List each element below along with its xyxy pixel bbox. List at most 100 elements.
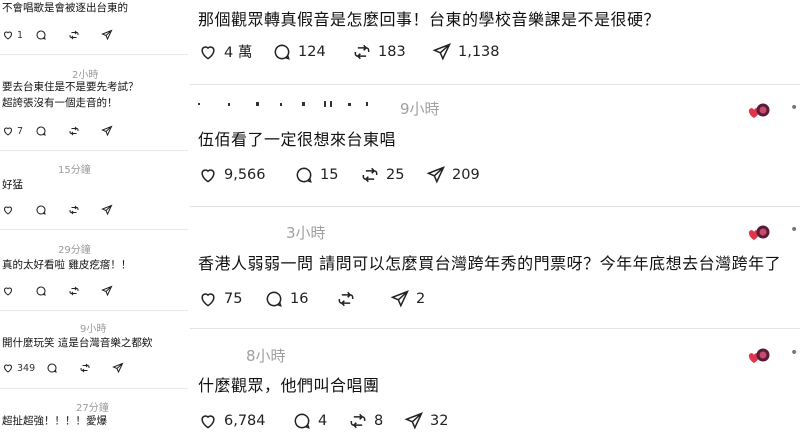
like-count: 75 (224, 291, 243, 307)
heart-icon (3, 206, 13, 215)
repost-count: 8 (374, 413, 384, 429)
comment-actions (2, 285, 134, 297)
share-button[interactable]: 1,138 (432, 42, 500, 62)
comment-button[interactable]: 4 (292, 411, 348, 431)
comment-button[interactable]: 15 (294, 165, 360, 185)
repost-button[interactable] (68, 285, 101, 297)
divider (190, 84, 800, 85)
comment-icon (266, 291, 282, 307)
comment-text: 要去台東住是不是要先考試？ (2, 81, 139, 93)
comment-icon (294, 413, 310, 429)
heart-icon (3, 31, 13, 40)
more-icon[interactable]: • (790, 100, 798, 116)
comment-button[interactable] (35, 29, 68, 41)
reply-time: 3小時 (286, 224, 326, 242)
comment-button[interactable]: 16 (264, 289, 336, 309)
avatar[interactable] (748, 102, 770, 120)
comment-button[interactable] (46, 362, 79, 374)
more-icon[interactable]: • (790, 345, 798, 361)
comment-time: 27分鐘 (76, 403, 109, 414)
repost-button[interactable]: 183 (352, 42, 432, 62)
repost-button[interactable] (336, 289, 390, 309)
repost-icon (69, 30, 79, 40)
share-count: 1,138 (458, 43, 500, 60)
share-button[interactable] (101, 125, 134, 137)
share-icon (101, 285, 113, 297)
comment-actions (2, 204, 134, 216)
heart-icon (201, 45, 215, 60)
share-count: 32 (430, 413, 449, 429)
heart-icon (201, 293, 215, 307)
share-icon (101, 204, 113, 216)
repost-button[interactable]: 8 (348, 411, 404, 431)
share-button[interactable]: 209 (426, 165, 480, 185)
comment-button[interactable]: 124 (272, 42, 352, 62)
share-button[interactable] (112, 362, 145, 374)
comment-button[interactable] (35, 285, 68, 297)
repost-icon (350, 413, 366, 429)
like-count: 1 (17, 29, 24, 41)
share-icon (432, 42, 451, 60)
share-button[interactable] (101, 29, 134, 41)
like-count: 7 (17, 125, 24, 137)
like-count: 4 萬 (224, 45, 253, 61)
share-count: 209 (452, 167, 480, 183)
comment-count: 124 (298, 43, 326, 60)
like-button[interactable]: 1 (2, 29, 35, 41)
heart-icon (3, 287, 13, 296)
repost-button[interactable] (68, 204, 101, 216)
reply-time: 9小時 (400, 100, 440, 118)
main-thread-column: 那個觀眾轉真假音是怎麼回事！台東的學校音樂課是不是很硬？ 4 萬 124 183… (190, 0, 800, 437)
like-button[interactable]: 9,566 (198, 165, 294, 185)
more-icon[interactable]: • (790, 222, 798, 238)
repost-button[interactable]: 25 (360, 165, 426, 185)
heart-icon (201, 415, 215, 429)
repost-button[interactable] (79, 362, 112, 374)
like-button[interactable]: 75 (198, 289, 264, 309)
like-button[interactable] (2, 204, 35, 216)
share-button[interactable]: 2 (390, 289, 425, 309)
divider (190, 206, 800, 207)
repost-icon (69, 126, 79, 136)
share-icon (390, 290, 409, 308)
share-icon (112, 362, 124, 374)
divider (0, 54, 188, 55)
avatar[interactable] (748, 224, 770, 242)
share-count: 2 (416, 291, 426, 307)
share-button[interactable]: 32 (404, 411, 448, 431)
comment-text: 超誇張沒有一個走音的！ (2, 97, 118, 109)
heart-icon (201, 169, 215, 183)
comment-time: 15分鐘 (58, 165, 91, 176)
like-button[interactable]: 6,784 (198, 411, 292, 431)
divider (0, 388, 188, 389)
comment-count: 16 (290, 291, 309, 307)
comment-icon (36, 205, 46, 215)
repost-count: 25 (386, 167, 405, 183)
share-icon (101, 29, 113, 41)
reply-actions: 75 16 2 (198, 289, 425, 309)
like-count: 6,784 (224, 413, 266, 429)
repost-button[interactable] (68, 29, 101, 41)
reply-text: 那個觀眾轉真假音是怎麼回事！台東的學校音樂課是不是很硬？ (198, 10, 661, 29)
like-button[interactable]: 349 (2, 362, 46, 374)
repost-icon (69, 205, 79, 215)
comment-icon (47, 363, 57, 373)
share-button[interactable] (101, 285, 134, 297)
repost-button[interactable] (68, 125, 101, 137)
username-redacted (198, 101, 368, 107)
like-button[interactable] (2, 285, 35, 297)
reply-actions: 4 萬 124 183 1,138 (198, 41, 500, 62)
share-button[interactable] (101, 204, 134, 216)
like-button[interactable]: 7 (2, 125, 35, 137)
repost-icon (354, 44, 370, 59)
like-button[interactable]: 4 萬 (198, 41, 272, 62)
divider (0, 229, 188, 230)
comment-time: 2小時 (72, 70, 99, 81)
comment-text: 好猛 (2, 179, 23, 191)
comment-button[interactable] (35, 125, 68, 137)
comment-button[interactable] (35, 204, 68, 216)
avatar[interactable] (748, 347, 770, 365)
comment-icon (36, 286, 46, 296)
divider (190, 328, 800, 329)
repost-icon (338, 291, 354, 307)
